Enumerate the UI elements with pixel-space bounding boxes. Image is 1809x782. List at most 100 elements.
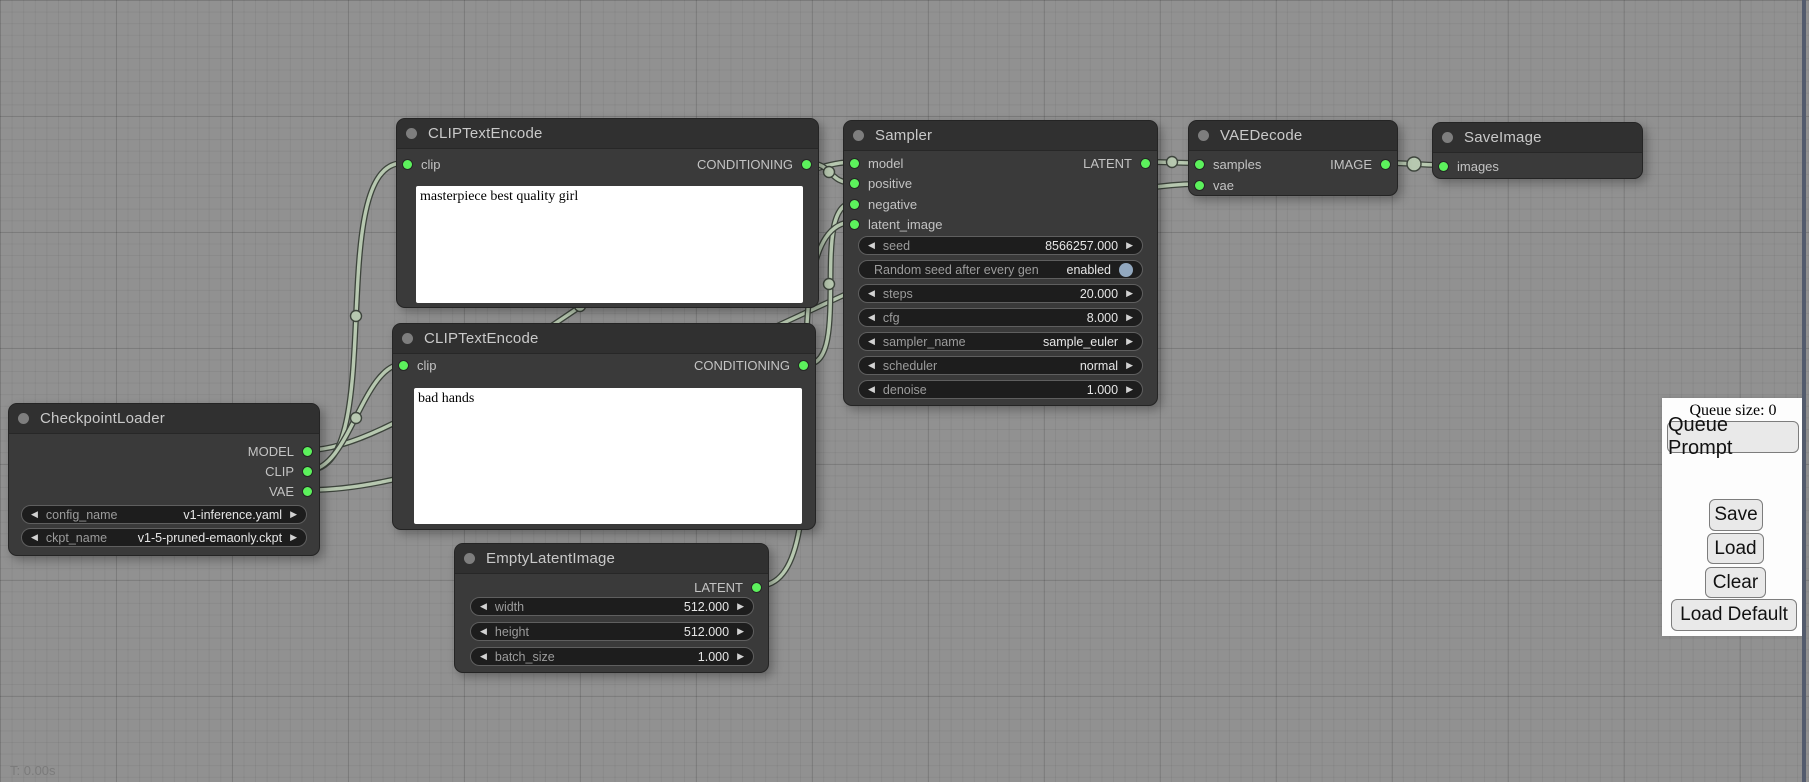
decrement-arrow-icon[interactable]: ◀ bbox=[868, 385, 875, 394]
decrement-arrow-icon[interactable]: ◀ bbox=[868, 361, 875, 370]
output-clip[interactable]: CLIP bbox=[265, 462, 312, 480]
widget-batch-size[interactable]: ◀ batch_size 1.000 ▶ bbox=[470, 647, 754, 666]
collapse-dot-icon[interactable] bbox=[1442, 132, 1453, 143]
output-conditioning[interactable]: CONDITIONING bbox=[697, 155, 811, 173]
scrollbar[interactable] bbox=[1802, 0, 1806, 782]
output-conditioning[interactable]: CONDITIONING bbox=[694, 356, 808, 374]
widget-sampler-name[interactable]: ◀ sampler_name sample_euler ▶ bbox=[858, 332, 1143, 351]
widget-random-seed[interactable]: Random seed after every gen enabled bbox=[858, 260, 1143, 279]
input-images[interactable]: images bbox=[1439, 157, 1499, 175]
collapse-dot-icon[interactable] bbox=[406, 128, 417, 139]
decrement-arrow-icon[interactable]: ◀ bbox=[868, 289, 875, 298]
node-checkpoint-loader[interactable]: CheckpointLoader MODEL CLIP VAE ◀ config… bbox=[8, 403, 320, 556]
node-title-bar[interactable]: Sampler bbox=[844, 121, 1157, 151]
collapse-dot-icon[interactable] bbox=[464, 553, 475, 564]
decrement-arrow-icon[interactable]: ◀ bbox=[868, 313, 875, 322]
node-title-bar[interactable]: SaveImage bbox=[1433, 123, 1642, 153]
clear-button[interactable]: Clear bbox=[1705, 567, 1766, 598]
input-positive[interactable]: positive bbox=[850, 174, 912, 192]
node-title-bar[interactable]: EmptyLatentImage bbox=[455, 544, 768, 574]
node-vae-decode[interactable]: VAEDecode samples vae IMAGE bbox=[1188, 120, 1398, 196]
decrement-arrow-icon[interactable]: ◀ bbox=[480, 627, 487, 636]
node-empty-latent-image[interactable]: EmptyLatentImage LATENT ◀ width 512.000 … bbox=[454, 543, 769, 673]
collapse-dot-icon[interactable] bbox=[18, 413, 29, 424]
save-button[interactable]: Save bbox=[1709, 499, 1763, 531]
decrement-arrow-icon[interactable]: ◀ bbox=[480, 602, 487, 611]
widget-width[interactable]: ◀ width 512.000 ▶ bbox=[470, 597, 754, 616]
node-sampler[interactable]: Sampler model positive negative latent_i… bbox=[843, 120, 1158, 406]
output-vae[interactable]: VAE bbox=[269, 482, 312, 500]
node-title-bar[interactable]: CheckpointLoader bbox=[9, 404, 319, 434]
collapse-dot-icon[interactable] bbox=[853, 130, 864, 141]
widget-ckpt-name[interactable]: ◀ ckpt_name v1-5-pruned-emaonly.ckpt ▶ bbox=[21, 528, 307, 547]
widget-scheduler[interactable]: ◀ scheduler normal ▶ bbox=[858, 356, 1143, 375]
input-negative[interactable]: negative bbox=[850, 195, 917, 213]
port-dot-icon[interactable] bbox=[1439, 162, 1448, 171]
input-clip[interactable]: clip bbox=[399, 356, 437, 374]
input-latent-image[interactable]: latent_image bbox=[850, 215, 942, 233]
port-dot-icon[interactable] bbox=[802, 160, 811, 169]
input-vae[interactable]: vae bbox=[1195, 176, 1234, 194]
output-latent[interactable]: LATENT bbox=[694, 578, 761, 596]
node-title-bar[interactable]: CLIPTextEncode bbox=[397, 119, 818, 149]
increment-arrow-icon[interactable]: ▶ bbox=[1126, 313, 1133, 322]
increment-arrow-icon[interactable]: ▶ bbox=[1126, 241, 1133, 250]
decrement-arrow-icon[interactable]: ◀ bbox=[31, 533, 38, 542]
increment-arrow-icon[interactable]: ▶ bbox=[737, 627, 744, 636]
widget-seed[interactable]: ◀ seed 8566257.000 ▶ bbox=[858, 236, 1143, 255]
widget-steps[interactable]: ◀ steps 20.000 ▶ bbox=[858, 284, 1143, 303]
load-button[interactable]: Load bbox=[1707, 533, 1764, 564]
widget-cfg[interactable]: ◀ cfg 8.000 ▶ bbox=[858, 308, 1143, 327]
port-dot-icon[interactable] bbox=[399, 361, 408, 370]
increment-arrow-icon[interactable]: ▶ bbox=[1126, 337, 1133, 346]
port-dot-icon[interactable] bbox=[850, 159, 859, 168]
output-latent[interactable]: LATENT bbox=[1083, 154, 1150, 172]
port-dot-icon[interactable] bbox=[1141, 159, 1150, 168]
node-title: CLIPTextEncode bbox=[428, 125, 543, 142]
input-model[interactable]: model bbox=[850, 154, 903, 172]
queue-prompt-button[interactable]: Queue Prompt bbox=[1667, 421, 1799, 453]
decrement-arrow-icon[interactable]: ◀ bbox=[868, 241, 875, 250]
decrement-arrow-icon[interactable]: ◀ bbox=[868, 337, 875, 346]
increment-arrow-icon[interactable]: ▶ bbox=[1126, 361, 1133, 370]
positive-prompt-textarea[interactable]: masterpiece best quality girl bbox=[416, 186, 803, 303]
widget-denoise[interactable]: ◀ denoise 1.000 ▶ bbox=[858, 380, 1143, 399]
port-dot-icon[interactable] bbox=[1381, 160, 1390, 169]
port-dot-icon[interactable] bbox=[850, 179, 859, 188]
node-title-bar[interactable]: VAEDecode bbox=[1189, 121, 1397, 151]
input-samples[interactable]: samples bbox=[1195, 155, 1261, 173]
port-dot-icon[interactable] bbox=[303, 487, 312, 496]
increment-arrow-icon[interactable]: ▶ bbox=[290, 533, 297, 542]
widget-config-name[interactable]: ◀ config_name v1-inference.yaml ▶ bbox=[21, 505, 307, 524]
increment-arrow-icon[interactable]: ▶ bbox=[737, 652, 744, 661]
increment-arrow-icon[interactable]: ▶ bbox=[1126, 289, 1133, 298]
node-clip-text-encode-positive[interactable]: CLIPTextEncode clip CONDITIONING masterp… bbox=[396, 118, 819, 308]
port-dot-icon[interactable] bbox=[303, 447, 312, 456]
increment-arrow-icon[interactable]: ▶ bbox=[737, 602, 744, 611]
input-clip[interactable]: clip bbox=[403, 155, 441, 173]
negative-prompt-textarea[interactable]: bad hands bbox=[414, 388, 802, 524]
decrement-arrow-icon[interactable]: ◀ bbox=[31, 510, 38, 519]
collapse-dot-icon[interactable] bbox=[1198, 130, 1209, 141]
node-save-image[interactable]: SaveImage images bbox=[1432, 122, 1643, 179]
node-clip-text-encode-negative[interactable]: CLIPTextEncode clip CONDITIONING bad han… bbox=[392, 323, 816, 530]
decrement-arrow-icon[interactable]: ◀ bbox=[480, 652, 487, 661]
port-dot-icon[interactable] bbox=[303, 467, 312, 476]
output-image[interactable]: IMAGE bbox=[1330, 155, 1390, 173]
node-title-bar[interactable]: CLIPTextEncode bbox=[393, 324, 815, 354]
load-default-button[interactable]: Load Default bbox=[1671, 599, 1797, 631]
port-dot-icon[interactable] bbox=[850, 200, 859, 209]
output-model[interactable]: MODEL bbox=[248, 442, 312, 460]
increment-arrow-icon[interactable]: ▶ bbox=[290, 510, 297, 519]
graph-canvas[interactable]: CheckpointLoader MODEL CLIP VAE ◀ config… bbox=[0, 0, 1809, 782]
collapse-dot-icon[interactable] bbox=[402, 333, 413, 344]
port-dot-icon[interactable] bbox=[799, 361, 808, 370]
port-dot-icon[interactable] bbox=[850, 220, 859, 229]
widget-height[interactable]: ◀ height 512.000 ▶ bbox=[470, 622, 754, 641]
port-dot-icon[interactable] bbox=[752, 583, 761, 592]
port-dot-icon[interactable] bbox=[1195, 181, 1204, 190]
port-dot-icon[interactable] bbox=[1195, 160, 1204, 169]
port-dot-icon[interactable] bbox=[403, 160, 412, 169]
random-seed-toggle-icon[interactable] bbox=[1119, 263, 1133, 277]
increment-arrow-icon[interactable]: ▶ bbox=[1126, 385, 1133, 394]
